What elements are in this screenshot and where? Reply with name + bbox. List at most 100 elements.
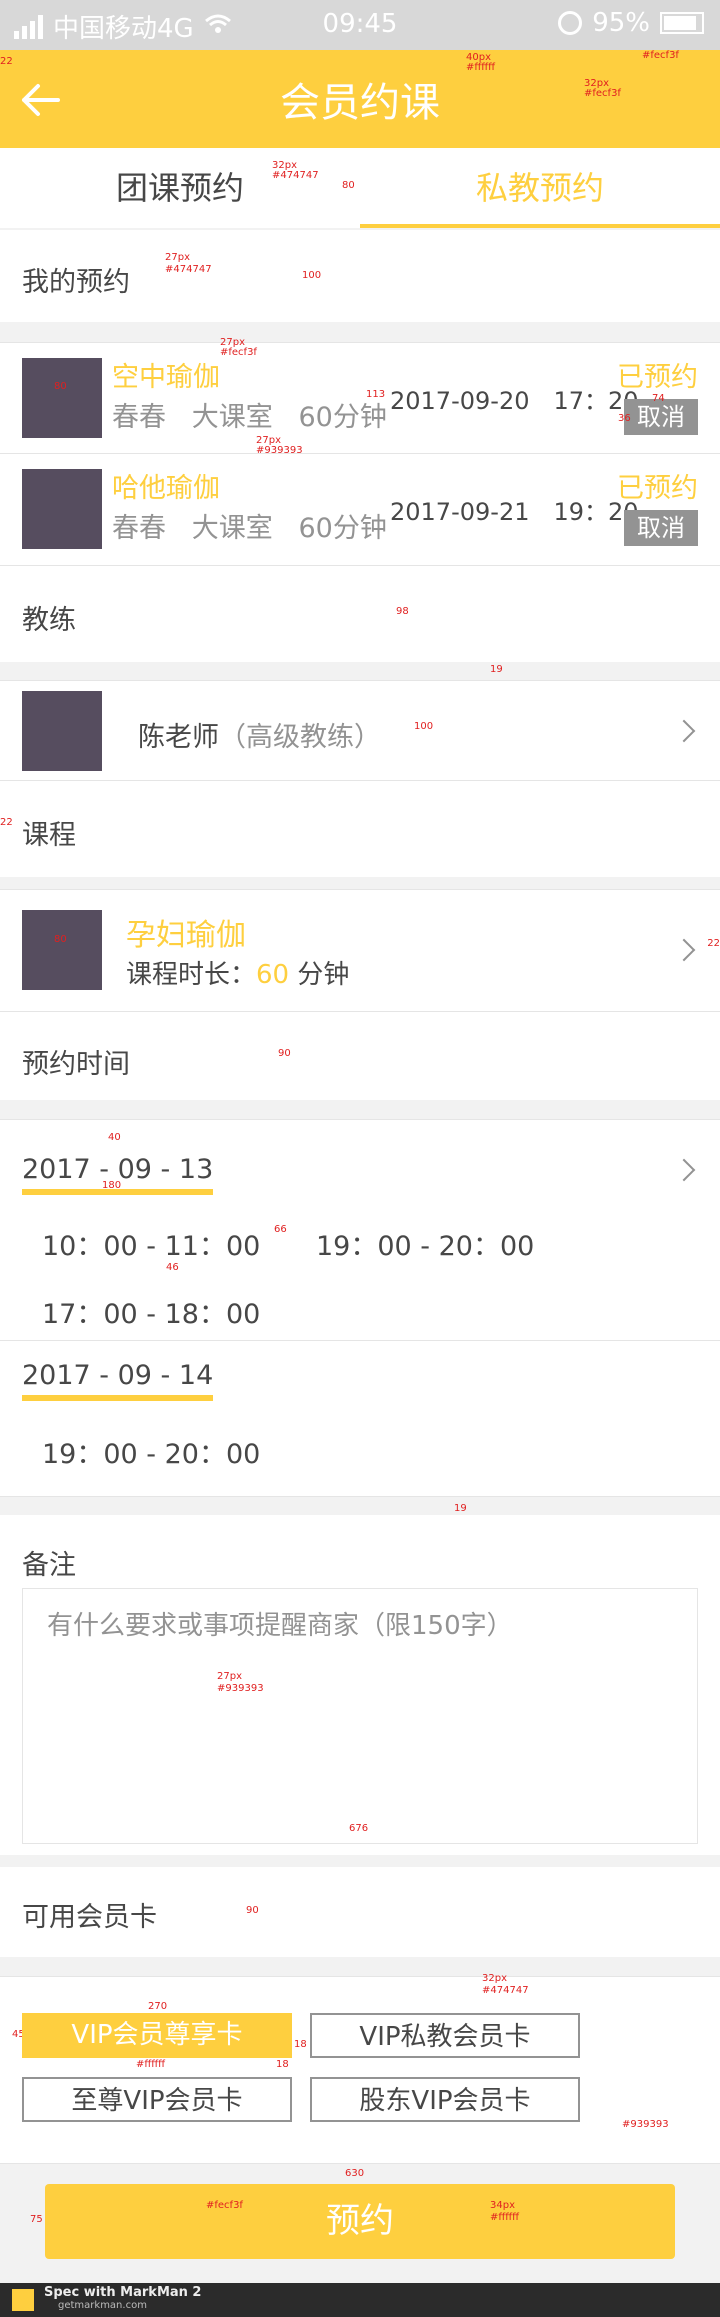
annotation: 34px — [490, 2200, 515, 2211]
coach-name-text: 陈老师 — [138, 722, 219, 753]
annotation: #ffffff — [466, 62, 496, 73]
annotation: 40 — [108, 1132, 121, 1143]
tab-bar: 团课预约 私教预约 32px #474747 80 — [0, 148, 720, 228]
annotation: 270 — [148, 2001, 168, 2012]
annotation: 100 — [302, 270, 322, 281]
course-name: 孕妇瑜伽 — [126, 918, 246, 953]
course-thumbnail — [22, 358, 102, 438]
annotation: 180 — [102, 1180, 122, 1191]
top-bar: 会员约课 22 40px #ffffff #fecf3f 32px #fecf3… — [0, 50, 720, 148]
booking-datetime: 2017-09-21 19：20 — [390, 498, 639, 526]
coach-avatar — [22, 691, 102, 771]
chevron-right-icon — [672, 938, 696, 962]
schedule-card: 40 2017 - 09 - 13 180 10：00 - 11：00 66 1… — [0, 1119, 720, 1497]
annotation: #474747 — [272, 170, 319, 181]
section-title: 可用会员卡 — [22, 1902, 157, 1933]
course-thumbnail — [22, 469, 102, 549]
battery-text: 95% — [592, 8, 650, 38]
annotation: 32px — [482, 1973, 507, 1984]
markman-footer: Spec with MarkMan 2 getmarkman.com — [0, 2283, 720, 2317]
annotation: 19 — [490, 664, 503, 675]
battery-icon — [660, 12, 704, 34]
chevron-right-icon[interactable] — [672, 1158, 696, 1182]
page-title: 会员约课 — [280, 80, 440, 126]
annotation: #fecf3f — [642, 50, 679, 61]
divider — [0, 1340, 720, 1341]
section-title: 预约时间 — [22, 1049, 130, 1080]
annotation: #fecf3f — [206, 2200, 243, 2211]
section-title: 课程 — [22, 820, 76, 851]
annotation: #474747 — [482, 1985, 529, 1996]
membership-card-option[interactable]: VIP会员尊享卡 — [22, 2013, 292, 2058]
annotation: 100 — [414, 721, 434, 732]
annotation: 46 — [166, 1262, 179, 1273]
notes-input[interactable]: 有什么要求或事项提醒商家（限150字） 27px #939393 676 — [22, 1588, 698, 1844]
footer-site: getmarkman.com — [58, 2300, 147, 2311]
membership-cards-panel: 270 32px #474747 45 VIP会员尊享卡 VIP私教会员卡 18… — [0, 1973, 720, 2164]
cancel-button[interactable]: 取消 — [624, 399, 698, 435]
annotation: #ffffff — [490, 2212, 520, 2223]
booking-details: 春春 大课室 60分钟 — [112, 506, 387, 545]
annotation: 676 — [349, 1823, 369, 1834]
annotation: 90 — [246, 1905, 259, 1916]
section-schedule: 预约时间 90 — [0, 1012, 720, 1100]
submit-booking-button[interactable]: 预约 — [45, 2184, 675, 2259]
annotation: 90 — [278, 1048, 291, 1059]
time-slot[interactable]: 19：00 - 20：00 — [316, 1224, 534, 1263]
chevron-right-icon — [672, 719, 696, 743]
coach-level: （高级教练） — [219, 722, 381, 753]
section-title: 教练 — [22, 605, 76, 636]
booking-duration: 60分钟 — [298, 402, 387, 433]
booking-room: 大课室 — [191, 513, 273, 544]
membership-card-option[interactable]: VIP私教会员卡 — [310, 2013, 580, 2058]
section-course: 课程 22 — [0, 781, 720, 877]
booking-course-name: 空中瑜伽 — [112, 362, 220, 393]
course-card[interactable]: 80 孕妇瑜伽 课程时长：60 分钟 22 — [0, 889, 720, 1012]
annotation: 22 — [0, 56, 13, 67]
time-slot[interactable]: 10：00 - 11：00 — [42, 1224, 260, 1263]
cancel-button[interactable]: 取消 — [624, 510, 698, 546]
booking-room: 大课室 — [191, 402, 273, 433]
annotation: 98 — [396, 606, 409, 617]
booking-status: 已预约 — [617, 362, 698, 393]
section-membership-cards: 可用会员卡 90 — [0, 1867, 720, 1957]
tab-private-class[interactable]: 私教预约 — [360, 148, 720, 228]
booking-status: 已预约 — [617, 473, 698, 504]
annotation: 74 — [652, 393, 665, 404]
time-slot[interactable]: 17：00 - 18：00 — [42, 1292, 260, 1331]
membership-card-option[interactable]: 至尊VIP会员卡 — [22, 2077, 292, 2122]
booking-coach: 春春 — [112, 513, 166, 544]
annotation: #939393 — [217, 1683, 264, 1694]
annotation: 113 — [366, 389, 386, 400]
booking-item[interactable]: 哈他瑜伽 春春 大课室 60分钟 2017-09-21 19：20 已预约 取消 — [0, 454, 720, 564]
annotation: 630 — [345, 2168, 365, 2179]
annotation: #474747 — [165, 264, 212, 275]
annotation: 18 — [276, 2059, 289, 2070]
annotation: #939393 — [622, 2119, 669, 2130]
annotation: 66 — [274, 1224, 287, 1235]
booking-course-name: 哈他瑜伽 — [112, 473, 220, 504]
status-right: 95% — [558, 8, 704, 38]
section-title: 备注 — [22, 1550, 76, 1581]
markman-logo-icon — [12, 2289, 34, 2311]
annotation: 18 — [294, 2039, 307, 2050]
notes-placeholder: 有什么要求或事项提醒商家（限150字） — [47, 1611, 513, 1641]
annotation: #fecf3f — [220, 347, 257, 358]
coach-card[interactable]: 陈老师（高级教练） 100 — [0, 680, 720, 781]
annotation: 80 — [54, 381, 67, 392]
annotation: 22 — [707, 938, 720, 949]
annotation: 75 — [30, 2214, 43, 2225]
alarm-icon — [558, 11, 583, 35]
booking-datetime: 2017-09-20 17：20 — [390, 387, 639, 415]
membership-card-option[interactable]: 股东VIP会员卡 — [310, 2077, 580, 2122]
coach-name: 陈老师（高级教练） — [138, 715, 381, 754]
booking-item[interactable]: 空中瑜伽 春春 大课室 60分钟 2017-09-20 17：20 已预约 取消… — [0, 337, 720, 456]
annotation: 27px — [165, 252, 190, 263]
tab-group-class[interactable]: 团课预约 — [0, 148, 360, 228]
section-title: 我的预约 — [22, 267, 130, 298]
section-coach: 教练 98 19 — [0, 566, 720, 675]
annotation: 27px — [217, 1671, 242, 1682]
annotation: 80 — [342, 180, 355, 191]
course-duration-label: 课程时长： — [126, 960, 257, 990]
time-slot[interactable]: 19：00 - 20：00 — [42, 1432, 260, 1471]
